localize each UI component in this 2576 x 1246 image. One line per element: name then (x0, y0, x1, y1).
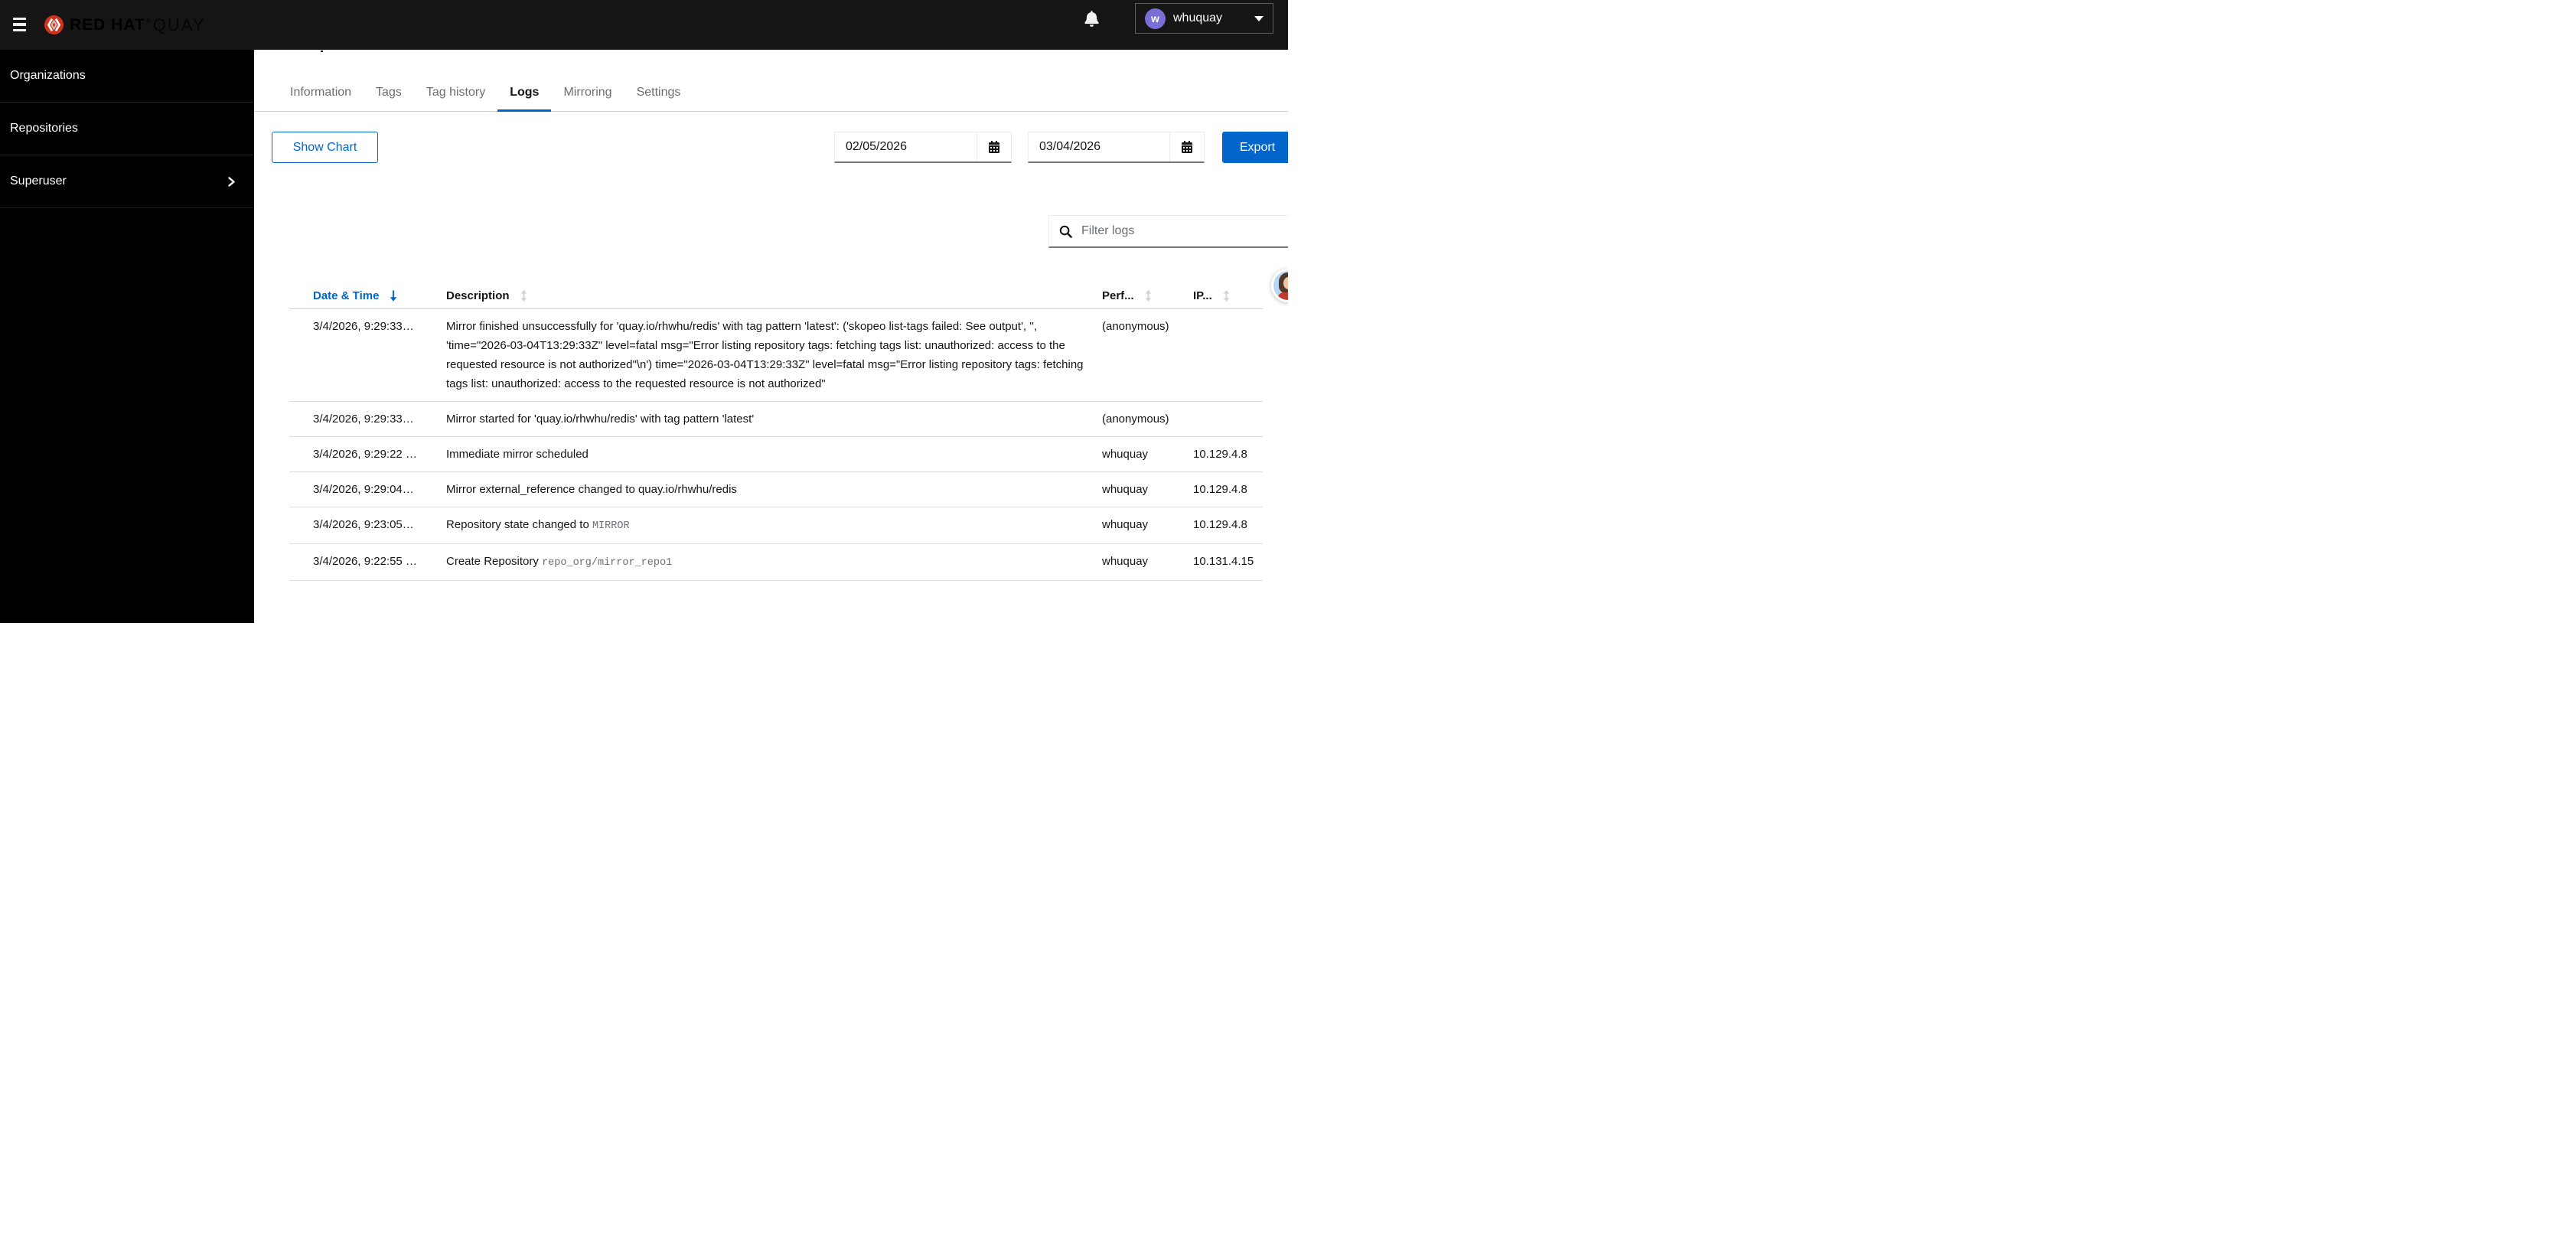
table-row: 3/4/2026, 9:22:55 … Create Repository rep… (289, 544, 1263, 581)
sidebar-nav: Organizations Repositories Superuser (0, 50, 254, 623)
cell-ip: 10.129.4.8 (1193, 518, 1247, 531)
brand-quay-text: QUAY (152, 15, 206, 34)
chevron-down-icon (1254, 15, 1264, 21)
column-header-date-time[interactable]: Date & Time (313, 289, 446, 302)
sort-icon (520, 290, 527, 302)
notifications-bell-icon[interactable] (1084, 11, 1099, 28)
sidebar-item-label: Repositories (10, 122, 78, 135)
quay-app: RED HAT ® QUAY w whuquay Organizations Re… (0, 0, 1288, 623)
sidebar-item-repositories[interactable]: Repositories (0, 103, 254, 155)
sort-icon (1223, 290, 1230, 302)
sidebar-item-organizations[interactable]: Organizations (0, 50, 254, 103)
cell-description: Mirror external_reference changed to qua… (446, 483, 737, 496)
top-bar: RED HAT ® QUAY w whuquay (0, 0, 1288, 50)
cell-description: Mirror finished unsuccessfully for 'quay… (446, 320, 1084, 390)
column-label: Description (446, 289, 510, 302)
cell-ip (1193, 402, 1263, 436)
code-text: MIRROR (592, 520, 630, 532)
sidebar-item-superuser[interactable]: Superuser (0, 155, 254, 208)
logs-table: Date & Time Description Perf... IP... 3/4/2… (289, 283, 1263, 581)
tab-mirroring[interactable]: Mirroring (551, 74, 624, 112)
cell-datetime: 3/4/2026, 9:22:55 … (313, 555, 417, 568)
sidebar-item-label: Organizations (10, 69, 86, 82)
cell-ip: 10.129.4.8 (1193, 448, 1247, 461)
cell-datetime: 3/4/2026, 9:23:05… (313, 518, 414, 531)
cell-description: Create Repository repo_org/mirror_repo1 (446, 555, 673, 569)
filter-logs-box (1048, 215, 1288, 248)
hamburger-menu-button[interactable] (7, 11, 33, 38)
column-label: Perf... (1102, 289, 1134, 302)
cell-description: Repository state changed to MIRROR (446, 518, 630, 532)
username-label: whuquay (1173, 11, 1223, 24)
table-row: 3/4/2026, 9:29:33… Mirror finished unsucc… (289, 309, 1263, 402)
brand-logo: RED HAT ® QUAY (44, 0, 205, 50)
cell-datetime: 3/4/2026, 9:29:33… (313, 413, 414, 426)
brand-registered-mark: ® (145, 18, 151, 24)
brand-redhat-text: RED HAT (70, 15, 145, 34)
quay-logo-icon (44, 15, 64, 34)
table-body: 3/4/2026, 9:29:33… Mirror finished unsucc… (289, 309, 1263, 581)
cell-datetime: 3/4/2026, 9:29:33… (313, 320, 414, 333)
table-header-row: Date & Time Description Perf... IP... (289, 283, 1263, 309)
date-to-calendar-button[interactable] (1169, 132, 1204, 161)
column-header-perf[interactable]: Perf... (1102, 289, 1193, 302)
main-content: Information Tags Tag history Logs Mirroring S… (254, 50, 1288, 623)
floating-avatar-widget[interactable] (1271, 269, 1288, 302)
table-row: 3/4/2026, 9:29:22 … Immediate mirror sche… (289, 437, 1263, 472)
cell-performed-by: whuquay (1102, 483, 1149, 496)
cell-performed-by: (anonymous) (1102, 320, 1169, 333)
date-to-input[interactable] (1029, 132, 1169, 161)
clipped-title-artifact (321, 51, 323, 52)
repo-tabs: Information Tags Tag history Logs Mirroring S… (278, 74, 693, 112)
date-from-group (834, 132, 1012, 163)
cell-performed-by: whuquay (1102, 555, 1149, 568)
table-row: 3/4/2026, 9:23:05… Repository state chang… (289, 507, 1263, 544)
cell-performed-by: whuquay (1102, 448, 1149, 461)
cell-description: Immediate mirror scheduled (446, 448, 589, 461)
cell-performed-by: (anonymous) (1102, 413, 1169, 426)
column-header-description[interactable]: Description (446, 289, 1102, 302)
date-from-input[interactable] (835, 132, 977, 161)
cell-datetime: 3/4/2026, 9:29:22 … (313, 448, 417, 461)
export-button[interactable]: Export (1222, 132, 1288, 163)
tab-settings[interactable]: Settings (624, 74, 693, 112)
table-row: 3/4/2026, 9:29:04… Mirror external_refere… (289, 472, 1263, 507)
sidebar-item-label: Superuser (10, 175, 67, 188)
filter-logs-input[interactable] (1080, 223, 1288, 239)
cell-ip (1193, 309, 1263, 401)
tab-tag-history[interactable]: Tag history (414, 74, 497, 112)
cell-ip: 10.129.4.8 (1193, 483, 1247, 496)
cell-performed-by: whuquay (1102, 518, 1149, 531)
column-header-ip[interactable]: IP... (1193, 289, 1263, 302)
search-icon (1059, 225, 1072, 238)
code-text: repo_org/mirror_repo1 (542, 557, 673, 569)
column-label: IP... (1193, 289, 1212, 302)
user-avatar: w (1145, 8, 1166, 29)
show-chart-button[interactable]: Show Chart (272, 132, 378, 163)
chevron-right-icon (227, 176, 236, 188)
table-row: 3/4/2026, 9:29:33… Mirror started for 'qu… (289, 402, 1263, 437)
sort-descending-icon (390, 290, 397, 302)
date-from-calendar-button[interactable] (977, 132, 1011, 161)
tab-tags[interactable]: Tags (364, 74, 414, 112)
date-to-group (1028, 132, 1205, 163)
cell-ip: 10.131.4.15 (1193, 555, 1254, 568)
tab-logs[interactable]: Logs (497, 74, 552, 112)
cell-datetime: 3/4/2026, 9:29:04… (313, 483, 414, 496)
sort-icon (1145, 290, 1152, 302)
cell-description: Mirror started for 'quay.io/rhwhu/redis'… (446, 413, 755, 426)
user-menu[interactable]: w whuquay (1135, 3, 1273, 34)
tab-information[interactable]: Information (278, 74, 364, 112)
column-label: Date & Time (313, 289, 380, 302)
person-avatar-image (1273, 271, 1288, 300)
